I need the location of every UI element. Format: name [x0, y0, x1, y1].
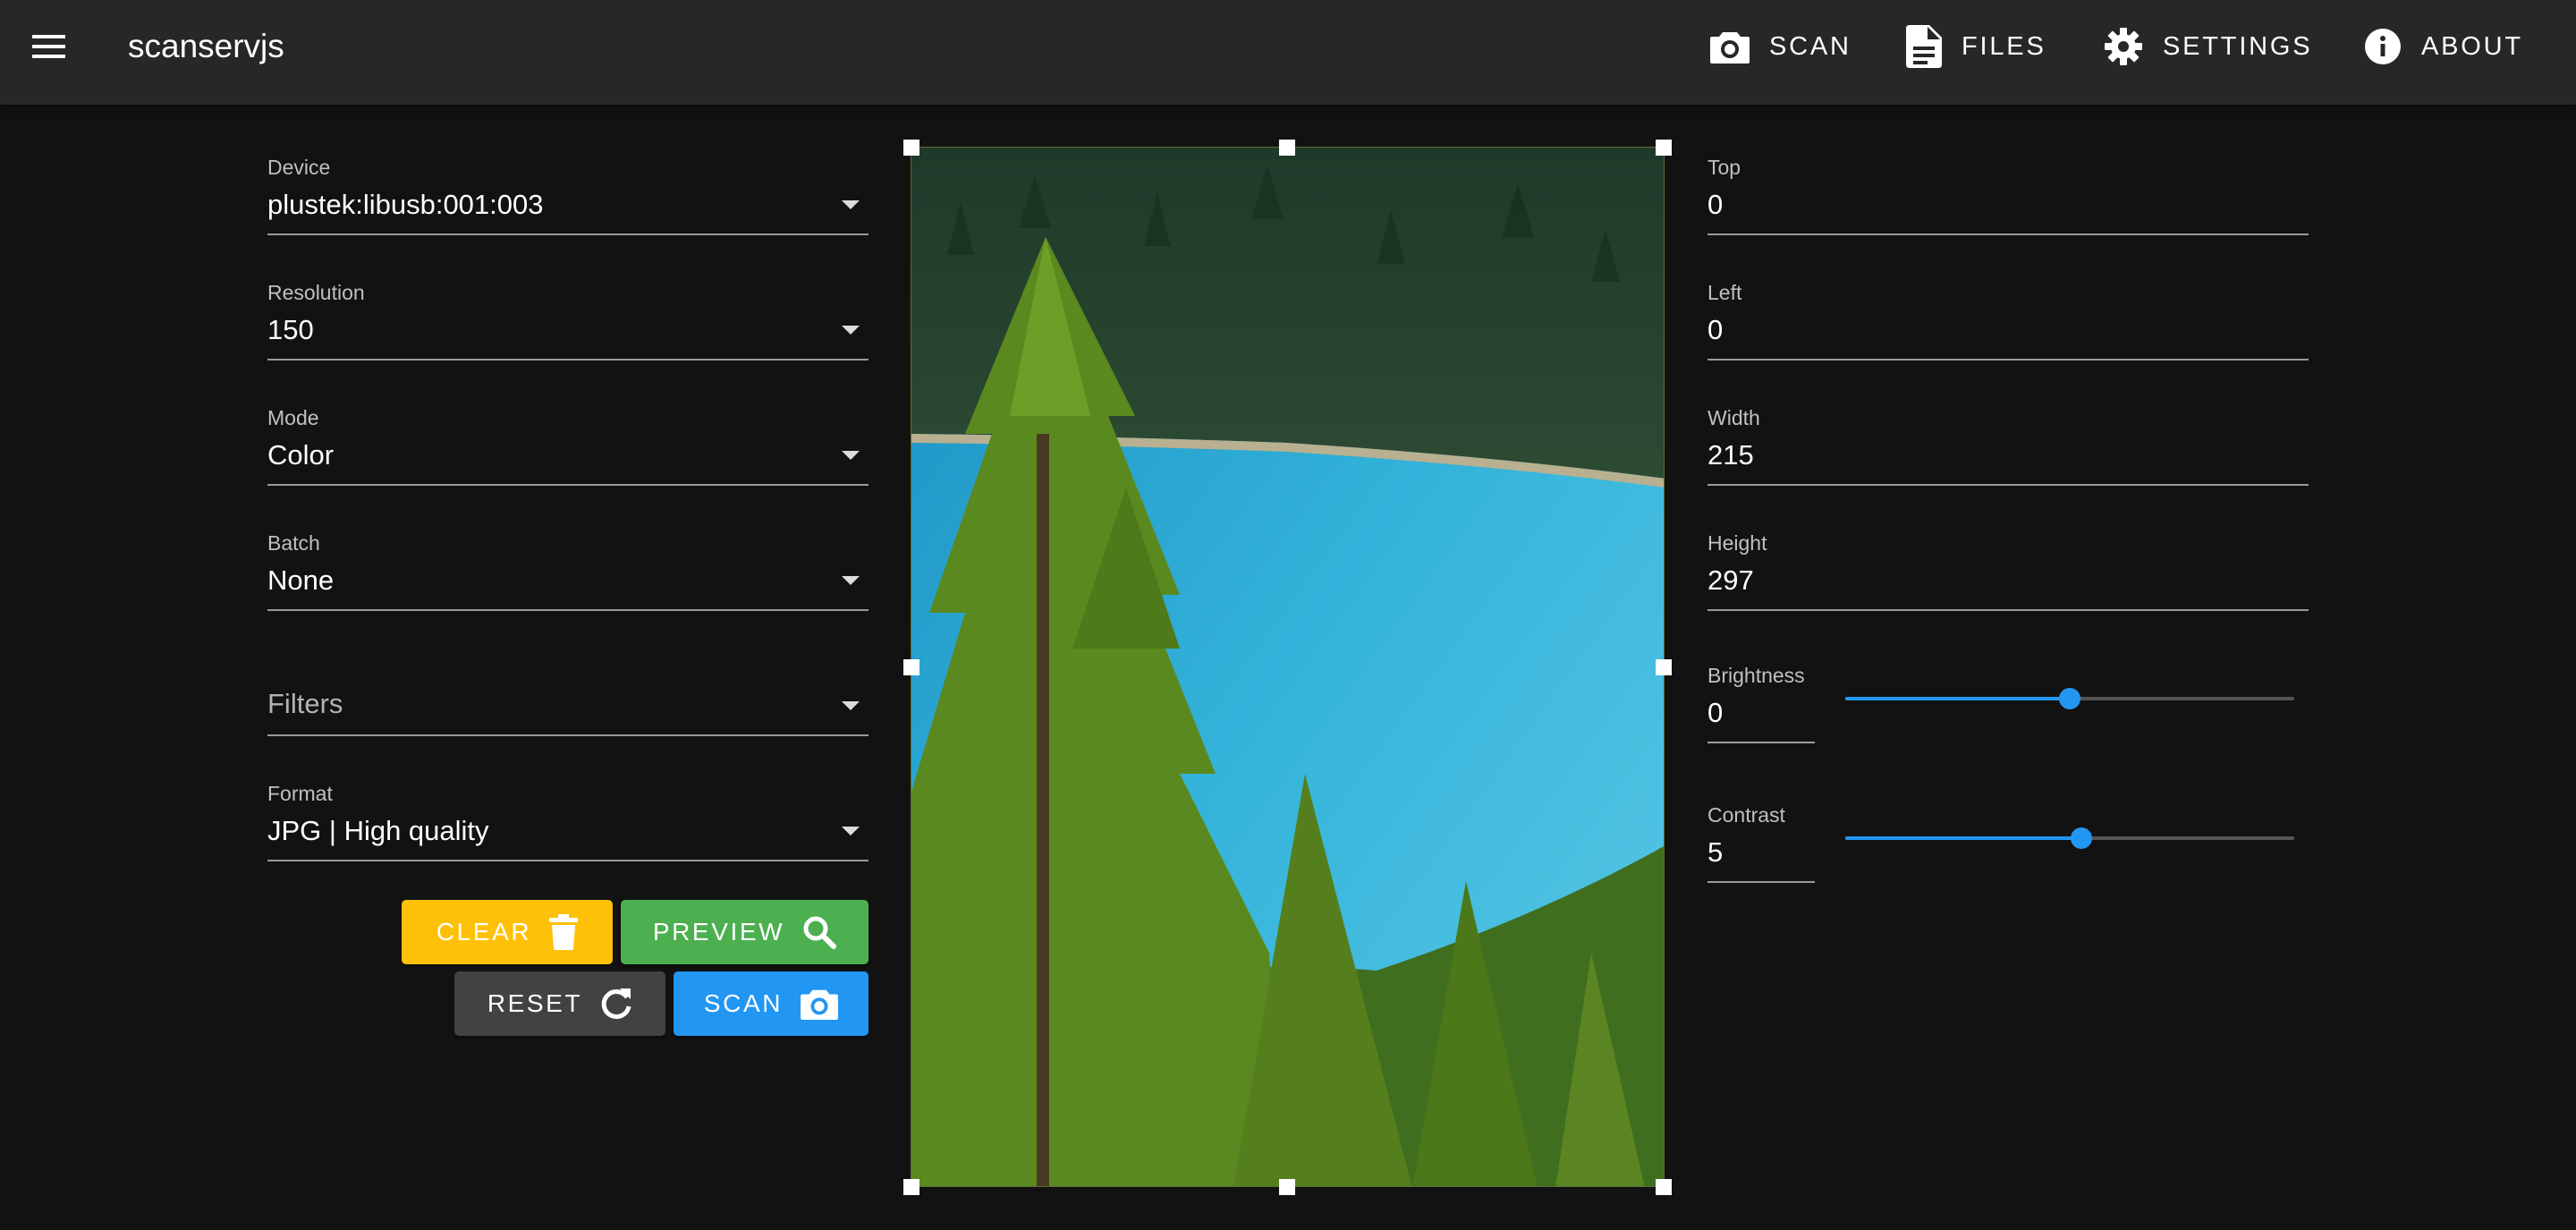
app-bar: scanservjs Scan Files — [0, 0, 2576, 105]
chevron-down-icon — [842, 576, 860, 585]
nav-files-label: Files — [1962, 31, 2046, 61]
filters-select[interactable]: Filters — [267, 669, 869, 736]
device-label: Device — [267, 156, 331, 179]
nav-about[interactable]: About — [2364, 25, 2523, 68]
crop-handle-bottom-right[interactable] — [1656, 1179, 1672, 1195]
clear-button[interactable]: Clear — [402, 900, 613, 964]
app-title: scanservjs — [128, 28, 284, 64]
chevron-down-icon — [842, 326, 860, 335]
format-select[interactable]: Format JPG | High quality — [267, 776, 869, 861]
preview-button-label: Preview — [652, 918, 785, 946]
scan-preview-image[interactable] — [911, 147, 1665, 1187]
chevron-down-icon — [842, 200, 860, 209]
top-field[interactable]: Top 0 — [1707, 150, 2309, 235]
filters-placeholder: Filters — [267, 688, 343, 719]
nav-settings-label: Settings — [2163, 31, 2313, 61]
camera-icon — [801, 989, 838, 1021]
crop-handle-top-left[interactable] — [903, 140, 919, 156]
brightness-slider-thumb[interactable] — [2059, 688, 2080, 709]
file-document-icon — [1906, 25, 1942, 68]
contrast-slider[interactable] — [1845, 827, 2294, 849]
nav-scan[interactable]: Scan — [1710, 25, 1852, 68]
info-icon — [2365, 29, 2401, 64]
left-label: Left — [1707, 281, 1742, 304]
nav-scan-label: Scan — [1769, 31, 1852, 61]
batch-select[interactable]: Batch None — [267, 526, 869, 611]
crop-handle-top-right[interactable] — [1656, 140, 1672, 156]
batch-label: Batch — [267, 531, 320, 555]
crop-handle-bottom[interactable] — [1279, 1179, 1295, 1195]
brightness-value: 0 — [1707, 697, 1724, 728]
reset-button-label: Reset — [487, 989, 583, 1017]
preview-photo — [911, 148, 1664, 1186]
width-label: Width — [1707, 406, 1760, 429]
scan-button[interactable]: Scan — [674, 971, 869, 1036]
format-label: Format — [267, 782, 333, 805]
format-value: JPG | High quality — [267, 815, 489, 846]
mode-value: Color — [267, 439, 335, 471]
width-field[interactable]: Width 215 — [1707, 401, 2309, 486]
contrast-label: Contrast — [1707, 803, 1785, 827]
nav-files[interactable]: Files — [1906, 25, 2046, 68]
height-field[interactable]: Height 297 — [1707, 526, 2309, 611]
refresh-icon — [601, 988, 631, 1020]
contrast-value: 5 — [1707, 836, 1724, 868]
contrast-slider-fill — [1845, 836, 2081, 840]
crop-handle-bottom-left[interactable] — [903, 1179, 919, 1195]
menu-icon[interactable] — [32, 32, 68, 61]
left-value: 0 — [1707, 314, 1724, 345]
resolution-select[interactable]: Resolution 150 — [267, 276, 869, 361]
brightness-field[interactable]: Brightness 0 — [1707, 660, 1815, 743]
search-icon — [803, 916, 837, 949]
chevron-down-icon — [842, 451, 860, 460]
chevron-down-icon — [842, 701, 860, 710]
contrast-field[interactable]: Contrast 5 — [1707, 800, 1815, 883]
gear-icon — [2105, 28, 2142, 65]
reset-button[interactable]: Reset — [454, 971, 665, 1036]
resolution-label: Resolution — [267, 281, 365, 304]
crop-handle-right[interactable] — [1656, 659, 1672, 675]
camera-icon — [1710, 32, 1750, 64]
crop-handle-left[interactable] — [903, 659, 919, 675]
height-value: 297 — [1707, 564, 1754, 596]
clear-button-label: Clear — [436, 918, 532, 946]
scan-button-label: Scan — [703, 989, 784, 1017]
chevron-down-icon — [842, 827, 860, 836]
top-value: 0 — [1707, 189, 1724, 220]
top-label: Top — [1707, 156, 1741, 179]
device-value: plustek:libusb:001:003 — [267, 189, 544, 220]
batch-value: None — [267, 564, 335, 596]
nav-about-label: About — [2421, 31, 2523, 61]
brightness-slider[interactable] — [1845, 688, 2294, 709]
trash-icon — [549, 914, 579, 950]
brightness-label: Brightness — [1707, 664, 1805, 687]
mode-select[interactable]: Mode Color — [267, 401, 869, 486]
width-value: 215 — [1707, 439, 1754, 471]
height-label: Height — [1707, 531, 1767, 555]
nav-settings[interactable]: Settings — [2104, 25, 2312, 68]
resolution-value: 150 — [267, 314, 314, 345]
device-select[interactable]: Device plustek:libusb:001:003 — [267, 150, 869, 235]
preview-button[interactable]: Preview — [621, 900, 869, 964]
brightness-slider-fill — [1845, 697, 2070, 700]
crop-handle-top[interactable] — [1279, 140, 1295, 156]
left-field[interactable]: Left 0 — [1707, 276, 2309, 361]
contrast-slider-thumb[interactable] — [2070, 827, 2092, 849]
mode-label: Mode — [267, 406, 319, 429]
